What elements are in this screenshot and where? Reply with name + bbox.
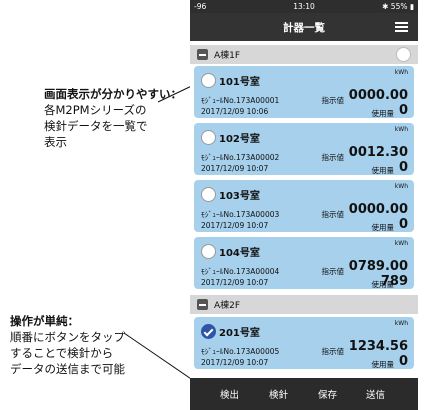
meter-select-radio[interactable] xyxy=(201,244,216,259)
group-label: A棟2F xyxy=(214,301,241,311)
reading-date: 2017/12/09 10:06 xyxy=(201,107,269,116)
group-label: A棟1F xyxy=(214,51,241,61)
indicator-label: 指示値 xyxy=(321,96,345,105)
unit-label: kWh xyxy=(394,69,408,76)
unit-label: kWh xyxy=(394,240,408,247)
collapse-icon[interactable] xyxy=(197,49,208,60)
status-battery: ✱ 55% ▮ xyxy=(382,2,414,11)
usage-label: 使用量 xyxy=(371,360,395,369)
group-header[interactable]: A棟1F xyxy=(190,45,418,64)
meter-select-radio[interactable] xyxy=(201,130,216,145)
usage-value: 0 xyxy=(398,217,408,232)
indicator-label: 指示値 xyxy=(321,153,345,162)
bottom-tab-bar: 検出 検針 保存 送信 xyxy=(190,378,418,410)
group-select-radio[interactable] xyxy=(396,47,411,62)
nav-bar: 計器一覧 xyxy=(190,13,418,41)
room-name: 101号室 xyxy=(219,77,260,88)
usage-label: 使用量 xyxy=(371,166,395,175)
module-number: ﾓｼﾞｭｰﾙNo.173A00005 xyxy=(201,347,280,356)
module-number: ﾓｼﾞｭｰﾙNo.173A00003 xyxy=(201,210,280,219)
reading-date: 2017/12/09 10:07 xyxy=(201,164,269,173)
indicator-value: 0000.00 xyxy=(348,202,408,217)
module-number: ﾓｼﾞｭｰﾙNo.173A00001 xyxy=(201,96,280,105)
usage-value: 0 xyxy=(398,103,408,118)
room-name: 102号室 xyxy=(219,134,260,145)
usage-value: 0 xyxy=(398,354,408,369)
page-title: 計器一覧 xyxy=(283,22,325,34)
tab-send[interactable]: 送信 xyxy=(366,387,385,401)
meter-card[interactable]: 104号室 kWh ﾓｼﾞｭｰﾙNo.173A00004 2017/12/09 … xyxy=(194,237,414,289)
tab-detect[interactable]: 検出 xyxy=(220,387,239,401)
group-header[interactable]: A棟2F xyxy=(190,295,418,314)
meter-card[interactable]: 102号室 kWh ﾓｼﾞｭｰﾙNo.173A00002 2017/12/09 … xyxy=(194,123,414,175)
status-bar: -96 13:10 ✱ 55% ▮ xyxy=(190,0,418,13)
reading-date: 2017/12/09 10:07 xyxy=(201,278,269,287)
phone-screen: -96 13:10 ✱ 55% ▮ 計器一覧 A棟1F 101号室 kWh ﾓｼ… xyxy=(190,0,418,410)
arrow-line-operation xyxy=(123,332,201,386)
module-number: ﾓｼﾞｭｰﾙNo.173A00004 xyxy=(201,267,280,276)
room-name: 103号室 xyxy=(219,191,260,202)
meter-select-radio[interactable] xyxy=(201,187,216,202)
indicator-value: 0789.00 xyxy=(348,259,408,274)
meter-checked-radio[interactable] xyxy=(201,324,216,339)
usage-value: 789 xyxy=(380,274,408,289)
indicator-label: 指示値 xyxy=(321,347,345,356)
room-name: 201号室 xyxy=(219,328,260,339)
usage-label: 使用量 xyxy=(371,223,395,232)
tab-read[interactable]: 検針 xyxy=(269,387,288,401)
room-name: 104号室 xyxy=(219,248,260,259)
usage-label: 使用量 xyxy=(371,109,395,118)
meter-card[interactable]: 201号室 kWh ﾓｼﾞｭｰﾙNo.173A00005 2017/12/09 … xyxy=(194,317,414,369)
meter-card[interactable]: 101号室 kWh ﾓｼﾞｭｰﾙNo.173A00001 2017/12/09 … xyxy=(194,66,414,118)
reading-date: 2017/12/09 10:07 xyxy=(201,221,269,230)
reading-date: 2017/12/09 10:07 xyxy=(201,358,269,367)
hamburger-menu-icon[interactable] xyxy=(395,22,408,32)
indicator-label: 指示値 xyxy=(321,267,345,276)
indicator-label: 指示値 xyxy=(321,210,345,219)
meter-card[interactable]: 103号室 kWh ﾓｼﾞｭｰﾙNo.173A00003 2017/12/09 … xyxy=(194,180,414,232)
indicator-value: 1234.56 xyxy=(348,339,408,354)
meter-select-radio[interactable] xyxy=(201,73,216,88)
tab-save[interactable]: 保存 xyxy=(318,387,337,401)
module-number: ﾓｼﾞｭｰﾙNo.173A00002 xyxy=(201,153,280,162)
unit-label: kWh xyxy=(394,320,408,327)
unit-label: kWh xyxy=(394,183,408,190)
collapse-icon[interactable] xyxy=(197,299,208,310)
unit-label: kWh xyxy=(394,126,408,133)
indicator-value: 0000.00 xyxy=(348,88,408,103)
usage-value: 0 xyxy=(398,160,408,175)
indicator-value: 0012.30 xyxy=(348,145,408,160)
